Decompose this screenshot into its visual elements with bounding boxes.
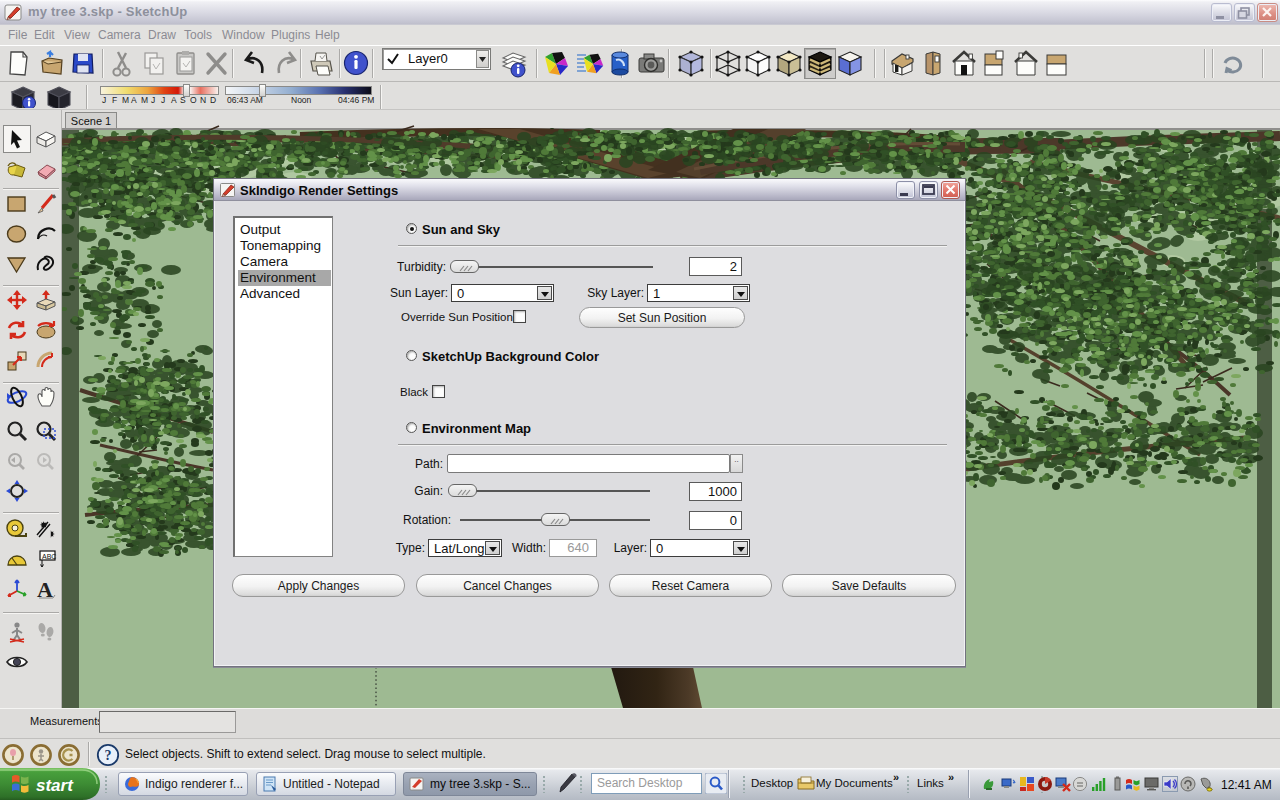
svg-text:?: ? xyxy=(105,748,112,763)
svg-text:ABC: ABC xyxy=(42,553,56,560)
svg-text:start: start xyxy=(36,776,74,795)
svg-text:A: A xyxy=(37,577,53,601)
